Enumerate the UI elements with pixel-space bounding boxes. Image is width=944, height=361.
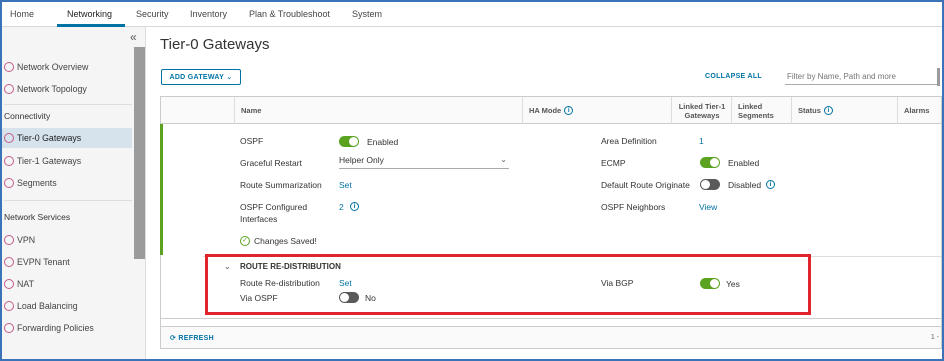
- sidebar-item-vpn[interactable]: VPN: [2, 230, 132, 250]
- forwarding-policies-icon: [4, 323, 14, 333]
- sidebar-item-label: NAT: [17, 279, 34, 289]
- check-circle-icon: ✓: [240, 236, 250, 246]
- grid-footer: ⟳ REFRESH 1 -: [161, 326, 941, 348]
- collapse-sidebar-icon[interactable]: «: [130, 30, 137, 44]
- tier1-gateway-icon: [4, 156, 14, 166]
- pagination-info: 1 -: [930, 334, 939, 341]
- tab-plan-troubleshoot[interactable]: Plan & Troubleshoot: [249, 9, 330, 19]
- refresh-label: REFRESH: [178, 335, 214, 342]
- sidebar-divider: [4, 104, 132, 105]
- sidebar-item-tier1-gateways[interactable]: Tier-1 Gateways: [2, 151, 132, 171]
- sidebar-item-label: VPN: [17, 235, 36, 245]
- sidebar-scrollbar[interactable]: [134, 47, 145, 259]
- vpn-icon: [4, 235, 14, 245]
- ospf-interfaces-count[interactable]: 2: [339, 202, 344, 212]
- collapse-all-button[interactable]: COLLAPSE ALL: [705, 73, 762, 80]
- segments-icon: [4, 178, 14, 188]
- network-overview-icon: [4, 62, 14, 72]
- top-nav: Home Networking Security Inventory Plan …: [2, 2, 942, 27]
- tab-networking[interactable]: Networking: [67, 9, 112, 19]
- highlight-box: [205, 254, 811, 315]
- column-header-status[interactable]: Status i: [791, 97, 897, 124]
- sidebar-item-load-balancing[interactable]: Load Balancing: [2, 296, 132, 316]
- sidebar-item-tier0-gateways[interactable]: Tier-0 Gateways: [2, 128, 132, 148]
- sidebar-item-label: Network Topology: [17, 84, 87, 94]
- page-title: Tier-0 Gateways: [160, 36, 270, 53]
- sidebar-item-label: Forwarding Policies: [17, 323, 94, 333]
- column-header-alarms[interactable]: Alarms: [897, 97, 941, 124]
- graceful-restart-value: Helper Only: [339, 155, 384, 165]
- default-route-originate-label: Default Route Originate: [601, 180, 690, 190]
- network-topology-icon: [4, 84, 14, 94]
- route-summarization-label: Route Summarization: [240, 180, 322, 190]
- chevron-down-icon: ⌄: [500, 155, 507, 164]
- expanded-row-indicator: [160, 124, 163, 255]
- tab-security[interactable]: Security: [136, 9, 169, 19]
- ecmp-toggle[interactable]: [700, 157, 720, 168]
- sidebar-item-label: Tier-1 Gateways: [17, 156, 82, 166]
- ospf-status: Enabled: [367, 137, 399, 147]
- grid-next-row: [161, 318, 941, 326]
- refresh-button[interactable]: ⟳ REFRESH: [170, 334, 214, 342]
- sidebar-header-network-services: Network Services: [4, 212, 71, 222]
- info-icon[interactable]: i: [564, 106, 574, 115]
- sidebar-item-label: Segments: [17, 178, 57, 188]
- ospf-toggle[interactable]: [339, 136, 359, 147]
- route-summarization-link[interactable]: Set: [339, 180, 352, 190]
- chevron-down-icon: ⌄: [224, 74, 233, 81]
- sidebar-item-network-topology[interactable]: Network Topology: [2, 79, 132, 99]
- info-icon[interactable]: i: [766, 180, 775, 189]
- sidebar: « Network Overview Network Topology Conn…: [2, 27, 146, 359]
- sidebar-divider: [4, 200, 132, 201]
- column-header-linked-tier1[interactable]: Linked Tier-1 Gateways: [671, 97, 731, 124]
- column-header-linked-segments[interactable]: Linked Segments: [731, 97, 791, 124]
- sidebar-item-segments[interactable]: Segments: [2, 173, 132, 193]
- tab-home[interactable]: Home: [10, 9, 34, 19]
- sidebar-item-forwarding-policies[interactable]: Forwarding Policies: [2, 318, 132, 338]
- tier0-gateway-icon: [4, 133, 14, 143]
- ospf-neighbors-link[interactable]: View: [699, 202, 717, 212]
- add-gateway-button[interactable]: ADD GATEWAY ⌄: [161, 69, 241, 85]
- tab-system[interactable]: System: [352, 9, 382, 19]
- changes-saved-message: ✓ Changes Saved!: [240, 236, 317, 246]
- ecmp-status: Enabled: [728, 158, 760, 168]
- sidebar-item-label: Tier-0 Gateways: [17, 133, 82, 143]
- column-header-ha-mode[interactable]: HA Mode i: [522, 97, 672, 124]
- changes-saved-text: Changes Saved!: [254, 236, 317, 246]
- default-route-toggle[interactable]: [700, 179, 720, 190]
- load-balancing-icon: [4, 301, 14, 311]
- default-route-status: Disabled: [728, 180, 762, 190]
- sidebar-item-network-overview[interactable]: Network Overview: [2, 57, 132, 77]
- sidebar-item-label: Load Balancing: [17, 301, 78, 311]
- sidebar-item-nat[interactable]: NAT: [2, 274, 132, 294]
- ospf-interfaces-label: OSPF Configured: [240, 202, 308, 212]
- add-gateway-label: ADD GATEWAY: [169, 73, 225, 81]
- graceful-restart-label: Graceful Restart: [240, 158, 302, 168]
- ospf-label: OSPF: [240, 136, 264, 146]
- sidebar-header-connectivity: Connectivity: [4, 111, 51, 121]
- sidebar-item-label: EVPN Tenant: [17, 257, 70, 267]
- tab-inventory[interactable]: Inventory: [190, 9, 227, 19]
- sidebar-item-label: Network Overview: [17, 62, 89, 72]
- sidebar-item-evpn-tenant[interactable]: EVPN Tenant: [2, 252, 132, 272]
- graceful-restart-select[interactable]: Helper Only ⌄: [339, 155, 509, 169]
- nat-icon: [4, 279, 14, 289]
- info-icon[interactable]: i: [350, 202, 359, 211]
- ecmp-label: ECMP: [601, 158, 626, 168]
- area-definition-link[interactable]: 1: [699, 136, 704, 146]
- grid-header: Name HA Mode i Linked Tier-1 Gateways Lin…: [161, 97, 941, 124]
- column-header-name[interactable]: Name: [234, 97, 524, 124]
- area-definition-label: Area Definition: [601, 136, 657, 146]
- info-icon[interactable]: i: [823, 106, 833, 115]
- evpn-tenant-icon: [4, 257, 14, 267]
- ospf-neighbors-label: OSPF Neighbors: [601, 202, 666, 212]
- filter-input[interactable]: [785, 68, 940, 85]
- page-scrollbar[interactable]: [937, 68, 940, 86]
- ospf-interfaces-label-2: Interfaces: [240, 214, 278, 224]
